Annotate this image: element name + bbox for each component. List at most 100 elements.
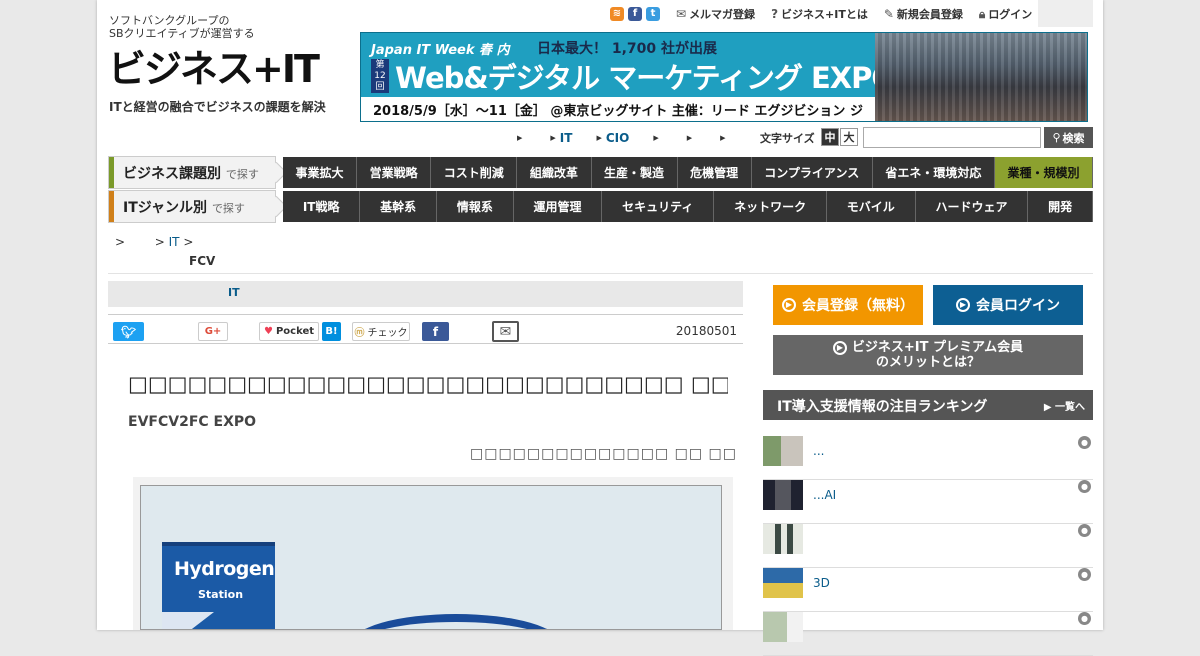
question-icon: ?: [771, 7, 779, 21]
util-link-5[interactable]: ▶: [687, 134, 696, 142]
banner-title: Web&デジタル マーケティング EXPO 春: [395, 61, 933, 95]
banner-edition-3: 回: [375, 82, 385, 92]
premium-line-2: のメリットとは？: [875, 355, 980, 370]
ranking-item[interactable]: ... ●: [763, 436, 1093, 480]
site-logo[interactable]: ビジネス+IT: [108, 48, 320, 90]
nav-it-item[interactable]: ハードウェア: [916, 191, 1029, 222]
nav-it-item[interactable]: IT戦略: [283, 191, 361, 222]
util-link-cio[interactable]: ▶ CIO: [596, 131, 629, 145]
pocket-icon: ♥: [263, 326, 273, 337]
util-link-4[interactable]: ▶: [653, 134, 662, 142]
pocket-label: Pocket: [275, 326, 315, 337]
register-button[interactable]: ▶ 会員登録（無料）: [773, 285, 923, 325]
google-plus-button[interactable]: G+: [198, 322, 228, 341]
divider: [108, 273, 1093, 274]
premium-line-1: ビジネス+IT プレミアム会員: [851, 340, 1024, 355]
nav-it-item[interactable]: 運用管理: [514, 191, 603, 222]
fontsize-label: 文字サイズ: [760, 132, 815, 145]
util-link-1[interactable]: ▶: [517, 134, 526, 142]
nav-business-item[interactable]: 生産・製造: [592, 157, 678, 188]
ranking-item[interactable]: ●: [763, 524, 1093, 568]
pencil-icon: ✎: [883, 7, 894, 21]
ranking-item[interactable]: 3D ●: [763, 568, 1093, 612]
nav-it-item[interactable]: 開発: [1028, 191, 1093, 222]
ranking-header: IT導入支援情報の注目ランキング ▶ 一覧へ: [763, 390, 1093, 420]
ranking-more-label: 一覧へ: [1055, 402, 1085, 413]
page: ソフトバンクグループの SBクリエイティブが運営する ビジネス+IT ITと経営…: [97, 0, 1103, 656]
sign-line-2: Station: [198, 588, 244, 601]
nav-business-item[interactable]: 組織改革: [517, 157, 592, 188]
login-link[interactable]: 🔒︎ ログイン: [979, 6, 1032, 22]
share-bar: 🐦︎ G+ ♥ Pocket B! ⓜ チェック f ✉ 20180501: [108, 314, 743, 344]
ranking-thumbnail: [763, 524, 803, 554]
search-button[interactable]: ⚲ 検索: [1044, 127, 1093, 148]
about-link[interactable]: ? ビジネス+ITとは: [771, 6, 868, 22]
mail-magazine-label: メルマガ登録: [689, 8, 756, 21]
triangle-right-icon: ▶: [653, 134, 659, 142]
twitter-icon[interactable]: t: [646, 7, 660, 21]
google-plus-icon: G+: [204, 326, 222, 337]
envelope-icon: ✉: [499, 323, 512, 340]
top-links: ≋ f t ✉ メルマガ登録 ? ビジネス+ITとは ✎ 新規会員登録 🔒︎ ロ…: [610, 6, 1032, 22]
facebook-icon: f: [432, 324, 439, 339]
triangle-right-icon: ▶: [550, 134, 556, 142]
nav-business-title: ビジネス課題別: [123, 166, 221, 182]
operator-line-1: ソフトバンクグループの: [109, 14, 230, 27]
util-link-6[interactable]: ▶: [720, 134, 729, 142]
site-tagline: ITと経営の融合でビジネスの課題を解決: [109, 100, 326, 114]
ranking-thumbnail: [763, 480, 803, 510]
breadcrumb-sep: >: [183, 235, 194, 249]
nav-business-item[interactable]: コスト削減: [431, 157, 518, 188]
twitter-icon: 🐦︎: [120, 324, 137, 339]
rss-icon[interactable]: ≋: [610, 7, 624, 21]
expo-banner[interactable]: Japan IT Week 春 内 日本最大！ 1,700 社が出展 第 12 …: [360, 32, 1088, 122]
fontsize-medium-button[interactable]: 中: [821, 128, 839, 146]
lock-icon: 🔒︎: [978, 6, 986, 21]
nav-business-item[interactable]: 事業拡大: [283, 157, 358, 188]
search-input[interactable]: [863, 127, 1041, 148]
member-login-button[interactable]: ▶ 会員ログイン: [933, 285, 1083, 325]
mail-magazine-link[interactable]: ✉ メルマガ登録: [676, 6, 755, 22]
pocket-button[interactable]: ♥ Pocket: [259, 322, 319, 341]
nav-business-item[interactable]: 危機管理: [678, 157, 752, 188]
about-label: ビジネス+ITとは: [781, 8, 868, 21]
nav-business-item[interactable]: 省エネ・環境対応: [873, 157, 995, 188]
ranking-thumbnail: [763, 568, 803, 598]
util-link-it[interactable]: ▶ IT: [550, 131, 572, 145]
nav-business-item[interactable]: 営業戦略: [357, 157, 432, 188]
ranking-item[interactable]: ...AI ●: [763, 480, 1093, 524]
operator-note: ソフトバンクグループの SBクリエイティブが運営する: [109, 14, 255, 40]
utility-links: ▶ ▶ IT ▶ CIO ▶ ▶ ▶: [517, 128, 753, 148]
mixi-check-button[interactable]: ⓜ チェック: [352, 322, 410, 341]
nav-it-item[interactable]: ネットワーク: [714, 191, 827, 222]
breadcrumb-link-it[interactable]: IT: [169, 235, 180, 249]
user-icon: ●: [1078, 436, 1091, 449]
nav-it-item[interactable]: 情報系: [437, 191, 514, 222]
envelope-icon: ✉: [676, 7, 687, 21]
nav-business-item-industry[interactable]: 業種・規模別: [994, 157, 1094, 188]
facebook-share-button[interactable]: f: [422, 322, 449, 341]
nav-business-label: ビジネス課題別 で探す: [108, 156, 276, 189]
facebook-icon[interactable]: f: [628, 7, 642, 21]
ranking-more-link[interactable]: ▶ 一覧へ: [1044, 398, 1085, 413]
ranking-item-text: ...: [813, 444, 825, 458]
twitter-share-button[interactable]: 🐦︎: [113, 322, 144, 341]
banner-info: 2018/5/9［水］～11［金］ @東京ビッグサイト 主催：リード エグジビシ…: [361, 97, 875, 121]
article-figure-image[interactable]: Hydrogen Station: [140, 485, 722, 630]
nav-it-item[interactable]: モバイル: [827, 191, 916, 222]
ranking-item[interactable]: ●: [763, 612, 1093, 656]
arrow-right-icon: ▶: [832, 340, 847, 355]
article-author: □□□□□□□□□□□□□□ □□ □□: [470, 446, 737, 462]
banner-edition-2: 12: [374, 71, 386, 81]
fontsize-large-button[interactable]: 大: [840, 128, 858, 146]
email-share-button[interactable]: ✉: [492, 321, 519, 342]
hatena-bookmark-button[interactable]: B!: [322, 322, 341, 341]
top-right-placeholder: [1038, 0, 1093, 27]
new-member-link[interactable]: ✎ 新規会員登録: [884, 6, 963, 22]
premium-member-button[interactable]: ▶ ビジネス+IT プレミアム会員 のメリットとは？: [773, 335, 1083, 375]
ranking-thumbnail: [763, 436, 803, 466]
nav-it-item[interactable]: セキュリティ: [602, 191, 715, 222]
article-category-link[interactable]: IT: [228, 286, 240, 299]
nav-it-item[interactable]: 基幹系: [360, 191, 437, 222]
nav-business-item[interactable]: コンプライアンス: [752, 157, 873, 188]
